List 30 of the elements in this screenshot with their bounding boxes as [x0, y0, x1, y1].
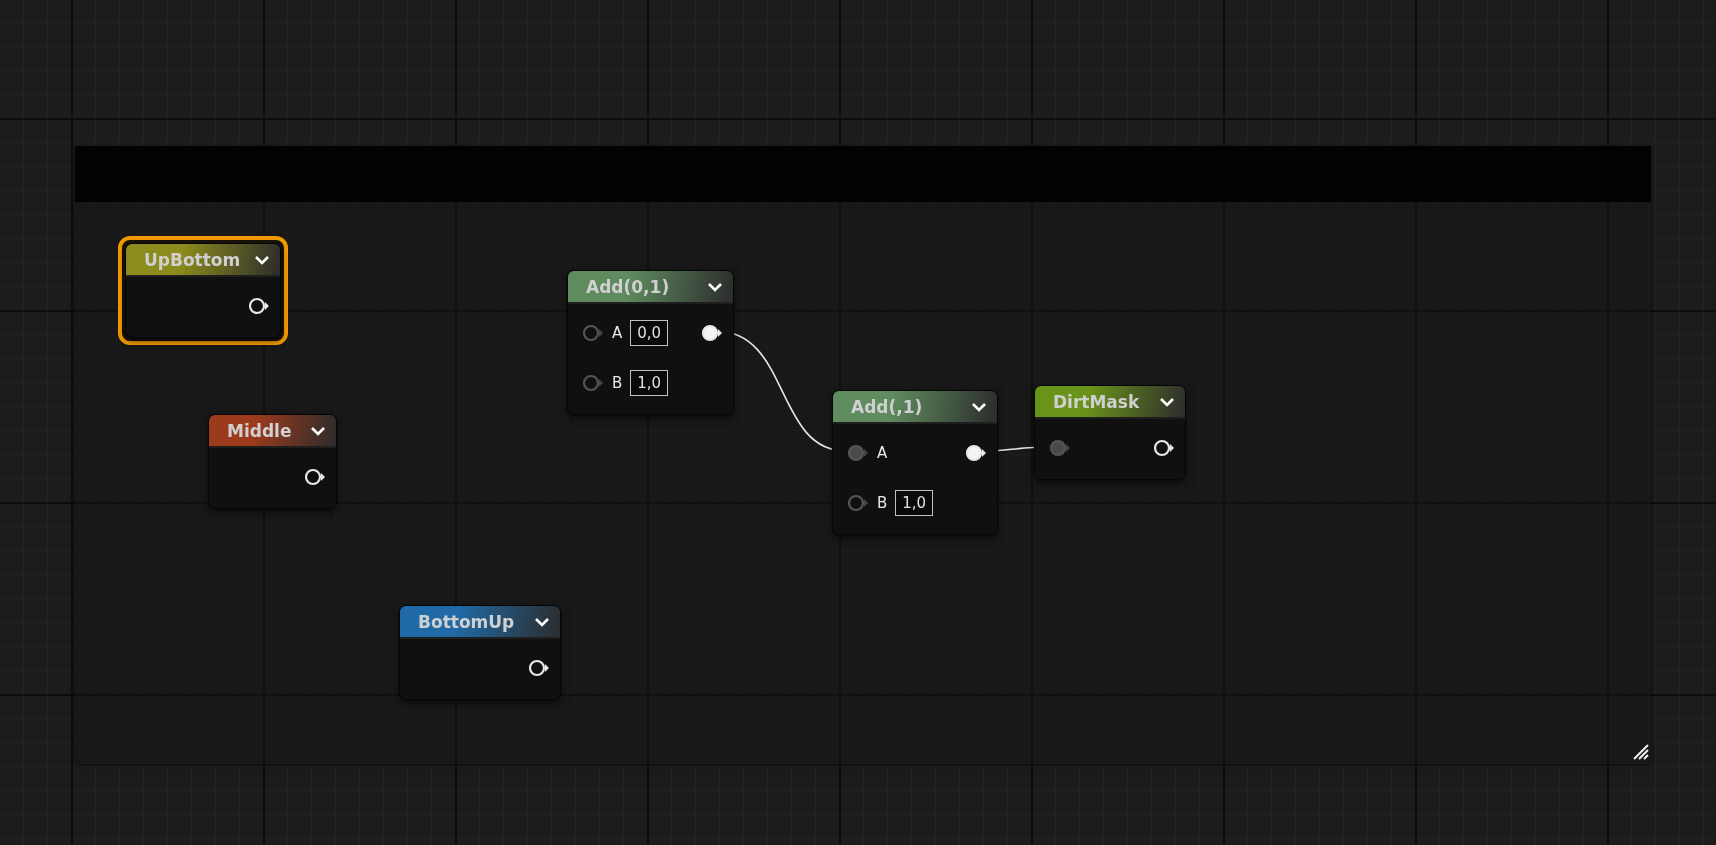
hollow-pin-icon[interactable]	[528, 659, 550, 677]
hollow-pin-icon[interactable]	[1153, 439, 1175, 457]
pin-label: A	[612, 324, 623, 342]
hollow-pin-icon[interactable]	[248, 297, 270, 315]
chevron-down-icon[interactable]	[534, 616, 550, 627]
hollow-pin-icon[interactable]	[304, 468, 326, 486]
pin-label: A	[877, 444, 888, 462]
value-field[interactable]: 1,0	[630, 370, 669, 396]
graph-node[interactable]: Add(0,1) A 0,0 B 1,0	[567, 270, 734, 415]
chevron-down-icon[interactable]	[1159, 396, 1175, 407]
filled-pin-icon[interactable]	[701, 324, 723, 342]
node-title: Add(,1)	[851, 396, 923, 417]
pin-label: B	[612, 374, 623, 392]
filled-pin-icon[interactable]	[965, 444, 987, 462]
graph-node[interactable]: BottomUp	[399, 605, 561, 700]
graph-node[interactable]: Add(,1) A B 1,0	[832, 390, 998, 535]
chevron-down-icon[interactable]	[971, 401, 987, 412]
node-title: Add(0,1)	[586, 276, 670, 297]
chevron-down-icon[interactable]	[707, 281, 723, 292]
resize-grip-icon[interactable]	[1632, 743, 1650, 761]
chevron-down-icon[interactable]	[310, 425, 326, 436]
node-title: DirtMask	[1053, 391, 1140, 412]
pin-label: B	[877, 494, 888, 512]
node-title: UpBottom	[144, 249, 241, 270]
node-title: BottomUp	[418, 611, 515, 632]
chevron-down-icon[interactable]	[254, 254, 270, 265]
value-field[interactable]: 1,0	[895, 490, 934, 516]
node-title: Middle	[227, 420, 292, 441]
value-field[interactable]: 0,0	[630, 320, 669, 346]
graph-node[interactable]: Middle	[208, 414, 337, 509]
